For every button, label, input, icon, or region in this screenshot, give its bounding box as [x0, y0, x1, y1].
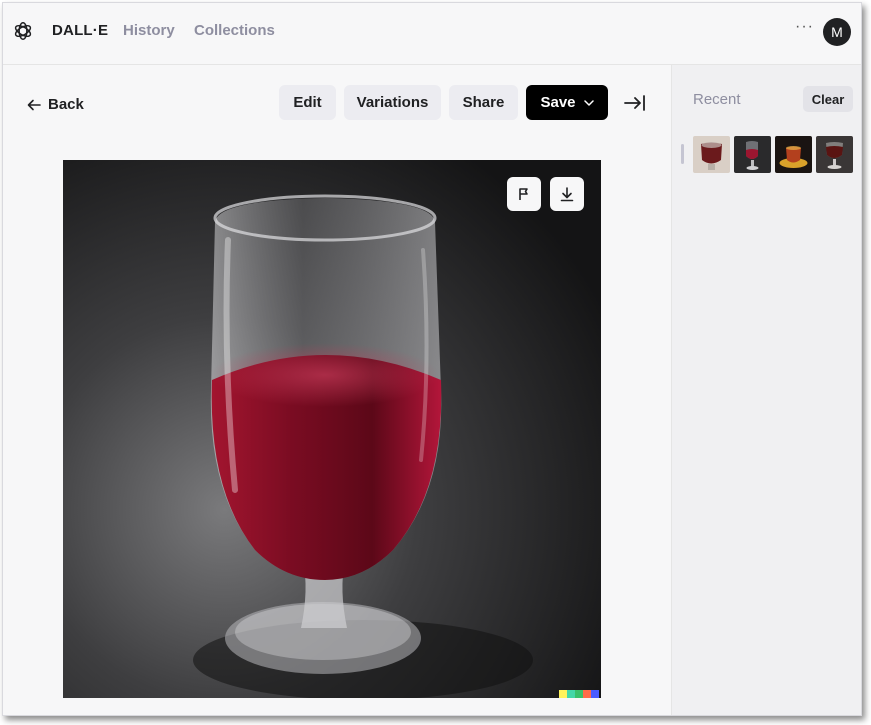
- save-label: Save: [540, 94, 576, 111]
- scroll-handle[interactable]: [681, 144, 684, 164]
- more-options-icon[interactable]: ···: [795, 18, 814, 36]
- nav-collections[interactable]: Collections: [194, 22, 275, 39]
- flag-icon: [519, 188, 528, 200]
- nav-history[interactable]: History: [123, 22, 175, 39]
- share-button[interactable]: Share: [449, 85, 518, 120]
- edit-button[interactable]: Edit: [279, 85, 336, 120]
- signature-block-2: [567, 690, 575, 698]
- variations-button[interactable]: Variations: [344, 85, 441, 120]
- back-button[interactable]: Back: [27, 96, 84, 113]
- top-bar: DALL·E History Collections ··· M: [3, 3, 861, 65]
- download-icon: [560, 186, 574, 201]
- openai-logo-icon[interactable]: [12, 20, 34, 42]
- arrow-left-icon: [27, 99, 41, 110]
- report-flag-button[interactable]: [507, 177, 541, 211]
- brand-title[interactable]: DALL·E: [52, 22, 108, 39]
- signature-block-3: [575, 690, 583, 698]
- recent-thumbnail-2[interactable]: [734, 136, 771, 173]
- signature-block-5: [591, 690, 599, 698]
- download-button[interactable]: [550, 177, 584, 211]
- back-label: Back: [48, 96, 84, 113]
- app-window: DALL·E History Collections ··· M Back Ed…: [2, 2, 862, 716]
- main-content: Back Edit Variations Share Save: [3, 65, 671, 715]
- thumbnail-image: [693, 136, 730, 173]
- clear-button[interactable]: Clear: [803, 86, 853, 112]
- recent-thumbnail-3[interactable]: [775, 136, 812, 173]
- thumbnail-image: [816, 136, 853, 173]
- chevron-down-icon: [583, 99, 594, 106]
- signature-block-1: [559, 690, 567, 698]
- dalle-signature-icon: [559, 690, 599, 698]
- wine-glass-image: [63, 160, 601, 698]
- avatar[interactable]: M: [823, 18, 851, 46]
- recent-heading: Recent: [693, 91, 741, 108]
- signature-block-4: [583, 690, 591, 698]
- save-button[interactable]: Save: [526, 85, 608, 120]
- recent-thumbnail-1[interactable]: [693, 136, 730, 173]
- collapse-sidebar-icon[interactable]: [623, 94, 647, 112]
- thumbnail-image: [775, 136, 812, 173]
- recent-thumbnails: [693, 136, 853, 173]
- generated-image[interactable]: [63, 160, 601, 698]
- recent-sidebar: Recent Clear: [671, 65, 861, 715]
- thumbnail-image: [734, 136, 771, 173]
- recent-thumbnail-4[interactable]: [816, 136, 853, 173]
